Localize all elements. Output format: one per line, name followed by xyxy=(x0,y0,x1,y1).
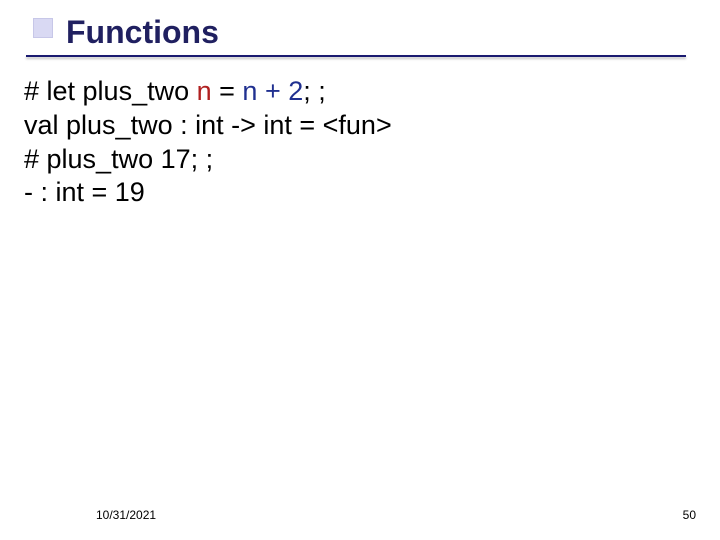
footer-date: 10/31/2021 xyxy=(96,508,156,522)
code-text-expr: n + 2 xyxy=(242,76,303,106)
slide: Functions # let plus_two n = n + 2; ; va… xyxy=(0,0,720,540)
code-text-param: n xyxy=(197,76,212,106)
code-line-3: # plus_two 17; ; xyxy=(24,143,696,177)
title-area: Functions xyxy=(0,0,720,51)
code-line-1: # let plus_two n = n + 2; ; xyxy=(24,75,696,109)
code-line-2: val plus_two : int -> int = <fun> xyxy=(24,109,696,143)
code-text: = xyxy=(212,76,243,106)
code-line-4: - : int = 19 xyxy=(24,176,696,210)
footer-page-number: 50 xyxy=(683,508,696,522)
code-text: ; ; xyxy=(303,76,326,106)
code-text: # let plus_two xyxy=(24,76,197,106)
slide-title: Functions xyxy=(66,14,720,51)
title-accent-square xyxy=(33,18,53,38)
slide-body: # let plus_two n = n + 2; ; val plus_two… xyxy=(0,57,720,210)
